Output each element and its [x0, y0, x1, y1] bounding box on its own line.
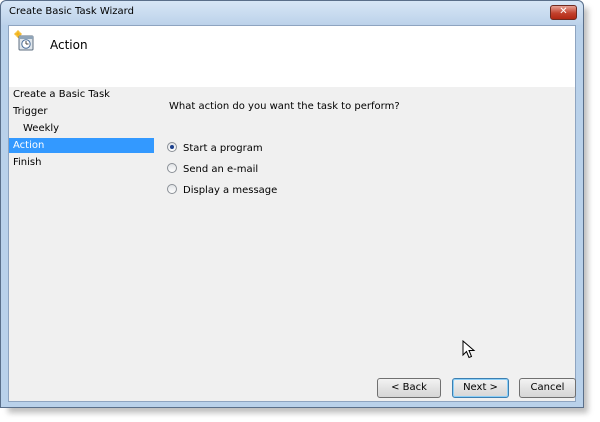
next-button[interactable]: Next >: [452, 378, 509, 398]
wizard-header: Action: [9, 26, 575, 87]
option-send-email[interactable]: Send an e-mail: [167, 162, 258, 178]
step-finish[interactable]: Finish: [9, 155, 154, 170]
close-button[interactable]: ✕: [550, 5, 577, 20]
option-start-program[interactable]: Start a program: [167, 141, 263, 157]
step-weekly[interactable]: Weekly: [9, 121, 154, 136]
cancel-button[interactable]: Cancel: [519, 378, 576, 398]
wizard-steps: Create a Basic Task Trigger Weekly Actio…: [9, 87, 154, 207]
radio-send-email[interactable]: [167, 163, 177, 173]
option-label: Start a program: [183, 143, 263, 154]
option-display-message[interactable]: Display a message: [167, 183, 277, 199]
action-question: What action do you want the task to perf…: [169, 101, 400, 112]
option-label: Send an e-mail: [183, 164, 259, 175]
back-button[interactable]: < Back: [377, 378, 441, 398]
title-bar[interactable]: Create Basic Task Wizard ✕: [1, 1, 583, 25]
step-create-basic-task[interactable]: Create a Basic Task: [9, 87, 154, 102]
step-trigger[interactable]: Trigger: [9, 104, 154, 119]
mouse-cursor-icon: [462, 340, 476, 359]
close-icon: ✕: [559, 6, 568, 17]
radio-start-program[interactable]: [167, 142, 177, 152]
option-label: Display a message: [183, 185, 278, 196]
radio-display-message[interactable]: [167, 184, 177, 194]
page-title: Action: [50, 38, 88, 52]
wizard-window: Create Basic Task Wizard ✕ Action Create…: [0, 0, 584, 408]
wizard-content: Action Create a Basic Task Trigger Weekl…: [8, 25, 576, 402]
step-action[interactable]: Action: [9, 138, 154, 153]
window-title: Create Basic Task Wizard: [9, 6, 134, 17]
task-scheduler-icon: [14, 30, 34, 51]
